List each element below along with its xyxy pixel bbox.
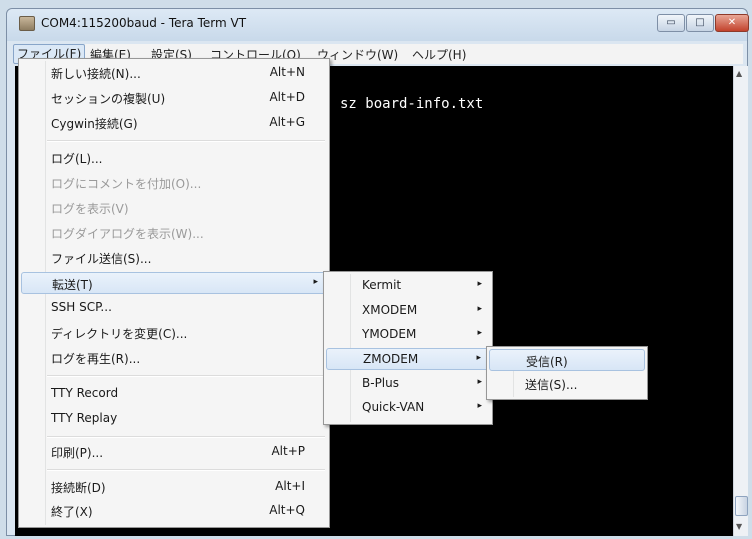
submenu-item-send[interactable]: 送信(S)...: [489, 373, 645, 395]
menu-item-label: ログを再生(R)...: [51, 352, 141, 366]
menu-item-shortcut: Alt+G: [269, 115, 305, 129]
menu-item-label: ログダイアログを表示(W)...: [51, 227, 204, 241]
menu-help[interactable]: ヘルプ(H): [412, 46, 466, 63]
submenu-arrow-icon: ▸: [476, 353, 481, 363]
tera-term-app-icon: [19, 16, 35, 31]
menu-item-new-connection[interactable]: 新しい接続(N)... Alt+N: [21, 62, 327, 84]
minimize-button[interactable]: ▭: [657, 14, 685, 32]
maximize-button[interactable]: □: [686, 14, 714, 32]
menu-item-label: 転送(T): [52, 278, 93, 292]
menu-item-label: ログを表示(V): [51, 202, 129, 216]
menu-item-label: 送信(S)...: [525, 378, 578, 392]
menu-item-label: ログにコメントを付加(O)...: [51, 177, 202, 191]
menu-item-print[interactable]: 印刷(P)... Alt+P: [21, 441, 327, 463]
menu-item-label: B-Plus: [362, 376, 399, 390]
menu-item-transfer[interactable]: 転送(T) ▸: [21, 272, 327, 294]
menu-item-label: セッションの複製(U): [51, 92, 166, 106]
menu-item-change-directory[interactable]: ディレクトリを変更(C)...: [21, 322, 327, 344]
menu-item-label: XMODEM: [362, 303, 418, 317]
menu-item-send-file[interactable]: ファイル送信(S)...: [21, 247, 327, 269]
submenu-arrow-icon: ▸: [313, 277, 318, 287]
menu-separator: [47, 436, 325, 438]
menu-item-disconnect[interactable]: 接続断(D) Alt+I: [21, 476, 327, 498]
menu-item-shortcut: Alt+Q: [269, 503, 305, 517]
menu-item-label: Quick-VAN: [362, 400, 425, 414]
menu-item-show-log-dialog: ログダイアログを表示(W)...: [21, 222, 327, 244]
menu-item-shortcut: Alt+N: [269, 65, 305, 79]
submenu-item-kermit[interactable]: Kermit ▸: [326, 275, 490, 297]
menu-item-label: Cygwin接続(G): [51, 117, 138, 131]
menu-item-duplicate-session[interactable]: セッションの複製(U) Alt+D: [21, 87, 327, 109]
menu-item-label: TTY Replay: [51, 411, 118, 425]
menu-separator: [47, 469, 325, 471]
menu-item-shortcut: Alt+D: [269, 90, 305, 104]
menu-item-label: ファイル送信(S)...: [51, 252, 152, 266]
menu-item-label: YMODEM: [362, 327, 417, 341]
menu-item-shortcut: Alt+I: [275, 479, 305, 493]
vertical-scrollbar[interactable]: ▲ ▼: [733, 66, 748, 536]
menu-item-label: 印刷(P)...: [51, 446, 104, 460]
menu-item-ssh-scp[interactable]: SSH SCP...: [21, 297, 327, 319]
submenu-item-zmodem[interactable]: ZMODEM ▸: [326, 348, 490, 370]
submenu-arrow-icon: ▸: [477, 279, 482, 289]
submenu-item-bplus[interactable]: B-Plus ▸: [326, 373, 490, 395]
close-button[interactable]: ✕: [715, 14, 749, 32]
submenu-arrow-icon: ▸: [477, 328, 482, 338]
window-title: COM4:115200baud - Tera Term VT: [41, 16, 247, 30]
menu-item-replay-log[interactable]: ログを再生(R)...: [21, 347, 327, 369]
menu-separator: [47, 375, 325, 377]
scroll-up-icon[interactable]: ▲: [736, 69, 742, 78]
menu-item-label: 終了(X): [51, 505, 93, 519]
menu-item-label: ディレクトリを変更(C)...: [51, 327, 188, 341]
terminal-line: sz board-info.txt: [340, 96, 484, 112]
menu-item-log-comment: ログにコメントを付加(O)...: [21, 172, 327, 194]
submenu-item-ymodem[interactable]: YMODEM ▸: [326, 324, 490, 346]
menu-item-label: 接続断(D): [51, 481, 106, 495]
submenu-item-quick-van[interactable]: Quick-VAN ▸: [326, 397, 490, 419]
file-menu: 新しい接続(N)... Alt+N セッションの複製(U) Alt+D Cygw…: [18, 58, 330, 528]
menu-item-cygwin-connection[interactable]: Cygwin接続(G) Alt+G: [21, 112, 327, 134]
menu-item-label: SSH SCP...: [51, 300, 112, 314]
menu-item-shortcut: Alt+P: [271, 444, 305, 458]
menu-item-label: 受信(R): [526, 355, 568, 369]
menu-separator: [47, 140, 325, 142]
scroll-down-icon[interactable]: ▼: [736, 522, 742, 531]
menu-item-label: TTY Record: [51, 386, 119, 400]
menu-item-label: 新しい接続(N)...: [51, 67, 141, 81]
zmodem-submenu: 受信(R) 送信(S)...: [486, 346, 648, 400]
title-bar[interactable]: COM4:115200baud - Tera Term VT ▭ □ ✕: [7, 9, 749, 41]
menu-item-label: ログ(L)...: [51, 152, 103, 166]
submenu-arrow-icon: ▸: [477, 377, 482, 387]
menu-item-label: Kermit: [362, 278, 402, 292]
submenu-item-receive[interactable]: 受信(R): [489, 349, 645, 371]
menu-item-view-log: ログを表示(V): [21, 197, 327, 219]
menu-item-log[interactable]: ログ(L)...: [21, 147, 327, 169]
menu-item-exit[interactable]: 終了(X) Alt+Q: [21, 500, 327, 522]
submenu-item-xmodem[interactable]: XMODEM ▸: [326, 300, 490, 322]
submenu-arrow-icon: ▸: [477, 304, 482, 314]
menu-item-label: ZMODEM: [363, 352, 419, 366]
menu-item-tty-replay[interactable]: TTY Replay: [21, 408, 327, 430]
scroll-thumb[interactable]: [735, 496, 748, 516]
menu-item-tty-record[interactable]: TTY Record: [21, 383, 327, 405]
submenu-arrow-icon: ▸: [477, 401, 482, 411]
transfer-submenu: Kermit ▸ XMODEM ▸ YMODEM ▸ ZMODEM ▸ B-Pl…: [323, 271, 493, 425]
